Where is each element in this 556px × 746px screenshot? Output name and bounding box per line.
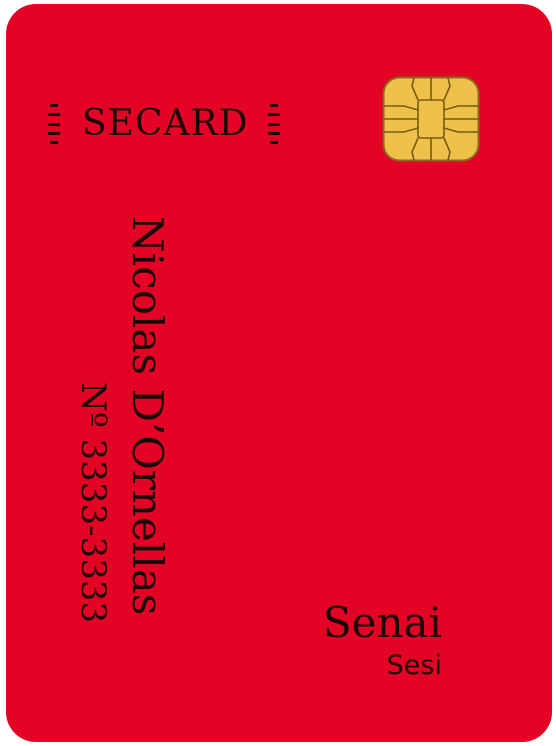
issuer-name: Senai: [322, 598, 442, 647]
card-holder-name: Nicolas D’Ornellas: [123, 216, 172, 616]
sub-issuer-name: Sesi: [386, 650, 442, 681]
stripe-ticks-right-icon: [268, 104, 281, 144]
stripe-ticks-left-icon: [48, 104, 60, 144]
card-brand: SECARD: [48, 102, 281, 146]
smart-card-chip-icon: [382, 76, 480, 162]
card-number: Nº 3333-3333: [73, 382, 113, 624]
brand-name: SECARD: [82, 103, 249, 144]
membership-card: SECARD Nicolas D’Ornellas Nº 3333-3333 S…: [6, 4, 552, 742]
